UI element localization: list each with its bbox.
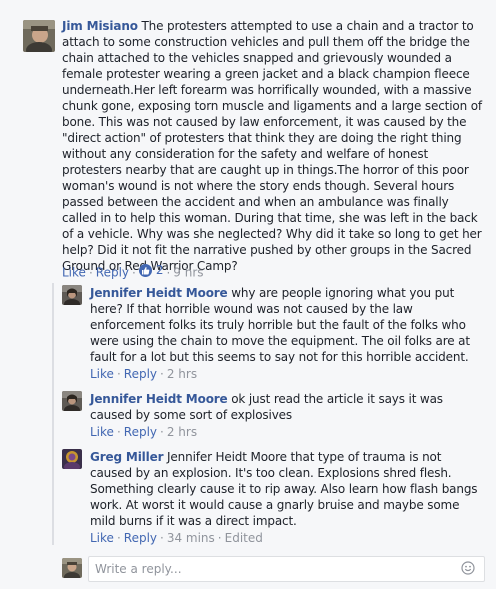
comment-text: Jennifer Heidt Moore why are people igno…: [90, 285, 482, 365]
comment-actions: Like · Reply · 2 hrs: [90, 425, 198, 439]
author-name[interactable]: Greg Miller: [90, 450, 164, 464]
comment-body: The protesters attempted to use a chain …: [62, 19, 482, 273]
comment-actions: Like · Reply · 2 · 9 hrs: [62, 263, 204, 280]
timestamp[interactable]: 2 hrs: [167, 425, 197, 439]
avatar-jennifer-heidt-moore[interactable]: [62, 391, 82, 411]
like-count-button[interactable]: 2: [138, 263, 163, 277]
author-name[interactable]: Jim Misiano: [62, 19, 138, 33]
like-link[interactable]: Like: [90, 531, 114, 545]
avatar-jennifer-heidt-moore[interactable]: [62, 285, 82, 305]
reply-input[interactable]: [95, 560, 450, 578]
current-user-avatar: [62, 558, 82, 578]
timestamp[interactable]: 34 mins: [167, 531, 215, 545]
reply-link[interactable]: Reply: [124, 425, 157, 439]
timestamp[interactable]: 2 hrs: [167, 367, 197, 381]
like-link[interactable]: Like: [90, 425, 114, 439]
comment-actions: Like · Reply · 34 mins · Edited: [90, 531, 263, 545]
timestamp[interactable]: 9 hrs: [173, 266, 203, 280]
emoji-icon[interactable]: [461, 561, 475, 575]
thumbs-up-icon: [138, 263, 152, 277]
comment-text: Jennifer Heidt Moore ok just read the ar…: [90, 391, 482, 423]
reply-composer: [88, 556, 485, 582]
reply-thread-divider: [52, 283, 54, 545]
reply-link[interactable]: Reply: [124, 367, 157, 381]
reply-link[interactable]: Reply: [96, 266, 129, 280]
comment-text: Greg Miller Jennifer Heidt Moore that ty…: [90, 449, 482, 529]
avatar-jim-misiano[interactable]: [23, 20, 55, 52]
like-link[interactable]: Like: [62, 266, 86, 280]
author-name[interactable]: Jennifer Heidt Moore: [90, 392, 228, 406]
reply-link[interactable]: Reply: [124, 531, 157, 545]
author-name[interactable]: Jennifer Heidt Moore: [90, 286, 228, 300]
comment-text: Jim Misiano The protesters attempted to …: [62, 18, 482, 274]
edited-label[interactable]: Edited: [225, 531, 263, 545]
avatar-greg-miller[interactable]: [62, 449, 82, 469]
like-link[interactable]: Like: [90, 367, 114, 381]
comment-actions: Like · Reply · 2 hrs: [90, 367, 198, 381]
